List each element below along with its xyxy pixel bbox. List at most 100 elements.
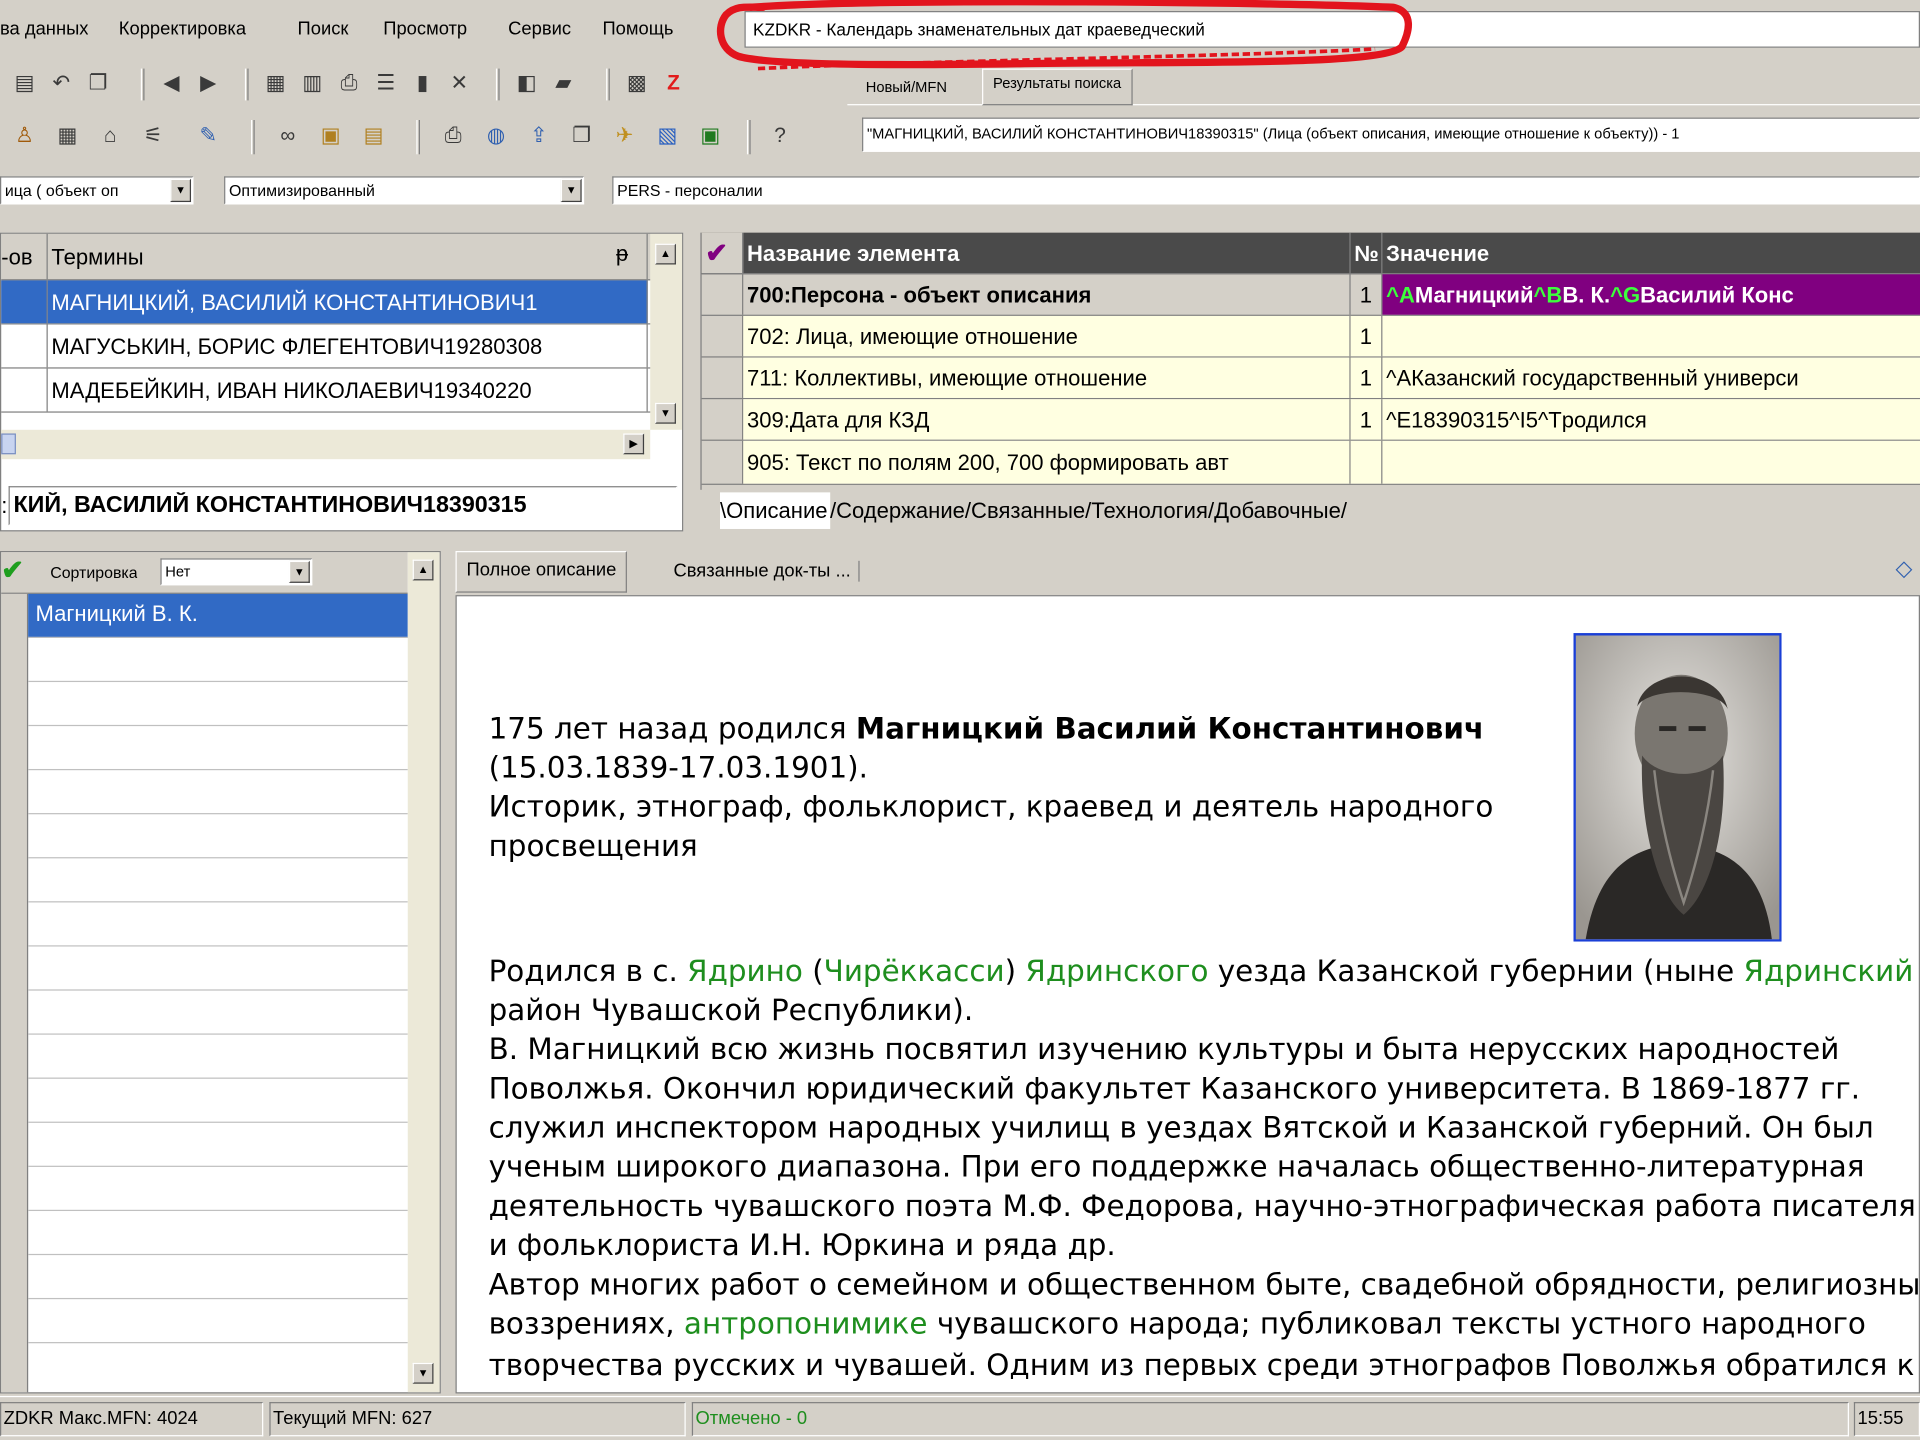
list-item[interactable] (28, 638, 408, 683)
prev-icon[interactable]: ◀ (159, 71, 183, 95)
pin-icon[interactable]: ᵽ (616, 241, 628, 267)
tab-search-results[interactable]: Результаты поиска (982, 68, 1133, 106)
tab-content[interactable]: /Содержание (830, 492, 965, 529)
field-row-309[interactable]: 309:Дата для КЗД 1 ^E18390315^I5^Tродилс… (701, 399, 1920, 441)
mode-combo[interactable]: Оптимизированный ▼ (224, 176, 585, 205)
excel-icon[interactable]: ▣ (698, 124, 722, 148)
link-chirekkasi[interactable]: Чирёккасси (824, 954, 1005, 988)
scroll-down-icon[interactable]: ▼ (412, 1362, 434, 1384)
z-icon[interactable]: Z (661, 71, 685, 95)
link-yadrino[interactable]: Ядрино (687, 954, 803, 988)
clipboard-icon[interactable]: ▤ (361, 124, 385, 148)
page-icon[interactable]: ▮ (410, 71, 434, 95)
list-item[interactable] (28, 1035, 408, 1079)
list-item[interactable] (28, 991, 408, 1035)
export-icon[interactable]: ◧ (514, 71, 538, 95)
results-vscroll[interactable]: ▲ ▼ (407, 552, 440, 1393)
folder-icon[interactable]: ✈ (612, 124, 636, 148)
head-num[interactable]: № (1351, 232, 1383, 274)
list-item[interactable] (28, 1079, 408, 1123)
tab-description[interactable]: \Описание (720, 492, 830, 529)
print-preview-icon[interactable]: ⎙ (441, 124, 465, 148)
menu-db[interactable]: ва данных (0, 18, 88, 39)
link-yadrinsky-uezd[interactable]: Ядринского (1025, 954, 1208, 988)
sort-combo[interactable]: Нет ▼ (160, 558, 313, 586)
head-name[interactable]: Название элемента (743, 232, 1351, 274)
list-item[interactable] (28, 1211, 408, 1256)
tools-icon[interactable]: ✎ (196, 124, 220, 148)
list-item[interactable] (28, 1167, 408, 1212)
tab-full-description[interactable]: Полное описание (455, 551, 628, 593)
result-item-selected[interactable]: Магницкий В. К. (28, 593, 408, 638)
list-item[interactable] (28, 1299, 408, 1344)
field-value[interactable] (1382, 315, 1920, 357)
link-icon[interactable]: ∞ (276, 124, 300, 148)
books-icon[interactable]: ▩ (624, 71, 648, 95)
delete-icon[interactable]: ✕ (447, 71, 471, 95)
chevron-down-icon[interactable]: ▼ (288, 560, 310, 583)
help-icon[interactable]: ? (768, 124, 792, 148)
list-item[interactable] (28, 814, 408, 859)
next-icon[interactable]: ▶ (196, 71, 220, 95)
list-item[interactable] (28, 858, 408, 903)
list-item[interactable] (28, 726, 408, 771)
worksheet-field[interactable]: PERS - персоналии (612, 176, 1920, 205)
list-item[interactable] (28, 1255, 408, 1300)
db-icon[interactable]: ◍ (484, 124, 508, 148)
menu-service[interactable]: Сервис (508, 18, 571, 39)
scroll-thumb[interactable] (1, 433, 16, 455)
chat-icon[interactable]: ⌂ (98, 124, 122, 148)
field-row-711[interactable]: 711: Коллективы, имеющие отношение 1 ^AК… (701, 357, 1920, 400)
scroll-down-icon[interactable]: ▼ (655, 402, 676, 424)
head-value[interactable]: Значение (1382, 233, 1920, 273)
field-row-905[interactable]: 905: Текст по полям 200, 700 формировать… (701, 440, 1920, 485)
save-icon[interactable]: ▤ (12, 71, 36, 95)
term-row[interactable]: МАГУСЬКИН, БОРИС ФЛЕГЕНТОВИЧ19280308 (1, 324, 683, 369)
tab-technology[interactable]: /Технология (1085, 492, 1208, 529)
scroll-up-icon[interactable]: ▲ (655, 243, 676, 265)
doc-icon[interactable]: ▦ (263, 71, 287, 95)
term-row-selected[interactable]: МАГНИЦКИЙ, ВАСИЛИЙ КОНСТАНТИНОВИЧ1 (1, 280, 683, 325)
tab-related[interactable]: /Связанные (965, 492, 1085, 529)
terms-vscroll[interactable]: ▲ ▼ (650, 233, 683, 430)
search-result-field[interactable]: "МАГНИЦКИЙ, ВАСИЛИЙ КОНСТАНТИНОВИЧ183903… (862, 117, 1920, 152)
list-item[interactable] (28, 1123, 408, 1167)
list-item[interactable] (28, 682, 408, 727)
report-icon[interactable]: ▧ (655, 124, 679, 148)
menu-edit[interactable]: Корректировка (119, 18, 246, 39)
terms-hscroll[interactable]: ▶ (1, 429, 651, 460)
tab-additional[interactable]: /Добавочные/ (1208, 492, 1347, 529)
field-value-selected[interactable]: ^AМагницкий^BВ. К.^GВасилий Конс (1382, 274, 1920, 315)
table-icon[interactable]: ▥ (300, 71, 324, 95)
tab-new-mfn[interactable]: Новый/MFN (866, 78, 947, 95)
scroll-right-icon[interactable]: ▶ (623, 433, 645, 455)
chevron-down-icon[interactable]: ▼ (560, 178, 582, 203)
tab-related-docs[interactable]: Связанные док-ты ... (666, 560, 860, 582)
import-icon[interactable]: ⇪ (527, 124, 551, 148)
list-item[interactable] (28, 770, 408, 815)
copy-record-icon[interactable]: ❐ (569, 124, 593, 148)
paste-icon[interactable]: ▣ (318, 124, 342, 148)
link-yadrinsky-district[interactable]: Ядринский (1744, 954, 1914, 988)
scroll-up-icon[interactable]: ▲ (412, 559, 434, 581)
undo-icon[interactable]: ↶ (49, 71, 73, 95)
users-icon[interactable]: ♙ (12, 124, 36, 148)
field-row-702[interactable]: 702: Лица, имеющие отношение 1 (701, 315, 1920, 358)
term-row[interactable]: МАДЕБЕЙКИН, ИВАН НИКОЛАЕВИЧ19340220 (1, 368, 683, 413)
hierarchy-icon[interactable]: ⚟ (141, 124, 165, 148)
field-value[interactable]: ^E18390315^I5^Tродился (1382, 399, 1920, 440)
list-item[interactable] (28, 902, 408, 947)
menu-search[interactable]: Поиск (298, 18, 349, 39)
field-row-700[interactable]: 700:Персона - объект описания 1 ^AМагниц… (701, 274, 1920, 316)
field-value[interactable] (1382, 440, 1920, 484)
print-icon[interactable]: ⎙ (337, 71, 361, 95)
term-input[interactable]: КИЙ, ВАСИЛИЙ КОНСТАНТИНОВИЧ18390315 (8, 486, 678, 526)
book-icon[interactable]: ▰ (551, 71, 575, 95)
copy-icon[interactable]: ❐ (86, 71, 110, 95)
prefix-combo[interactable]: ица ( объект оп ▼ (0, 176, 194, 205)
menu-view[interactable]: Просмотр (383, 18, 467, 39)
grid-icon[interactable]: ▦ (55, 124, 79, 148)
eraser-icon[interactable]: ◇ (1896, 556, 1913, 582)
tree-icon[interactable]: ☰ (373, 71, 397, 95)
terms-header-label[interactable]: Термины (48, 233, 648, 280)
